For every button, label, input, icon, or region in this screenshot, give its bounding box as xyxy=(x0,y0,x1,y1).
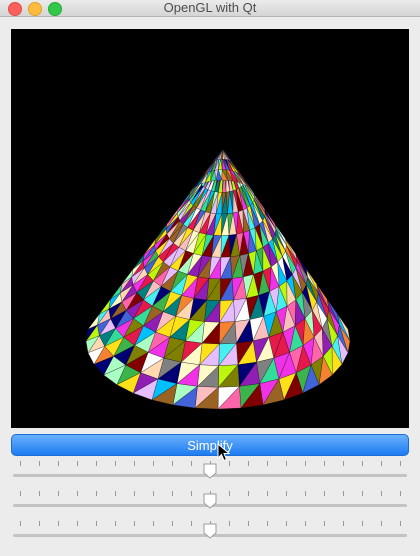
mouse-cursor-icon xyxy=(217,443,231,462)
slider-tick xyxy=(58,521,59,526)
slider-tick xyxy=(343,461,344,466)
slider-tick xyxy=(153,461,154,466)
slider-tick xyxy=(267,461,268,466)
slider-tick xyxy=(286,521,287,526)
simplify-button[interactable]: Simplify xyxy=(11,434,409,456)
slider-tick xyxy=(400,461,401,466)
slider-tick xyxy=(115,521,116,526)
slider-tick xyxy=(229,521,230,526)
slider-tick xyxy=(39,491,40,496)
slider-tick xyxy=(267,491,268,496)
slider-tick xyxy=(381,521,382,526)
slider-tick xyxy=(400,521,401,526)
slider-tick xyxy=(286,461,287,466)
slider-tick xyxy=(191,491,192,496)
slider-tick xyxy=(172,521,173,526)
slider-tick xyxy=(96,461,97,466)
slider-tick xyxy=(115,461,116,466)
slider-tick xyxy=(134,461,135,466)
slider-tick xyxy=(381,491,382,496)
slider-tick xyxy=(381,461,382,466)
slider-handle[interactable] xyxy=(203,493,217,509)
slider-tick xyxy=(324,491,325,496)
slider-handle[interactable] xyxy=(203,523,217,539)
slider-tick xyxy=(267,521,268,526)
slider-tick xyxy=(362,461,363,466)
slider-tick xyxy=(20,461,21,466)
slider-tick xyxy=(343,491,344,496)
slider-tick xyxy=(400,491,401,496)
slider-tick xyxy=(286,491,287,496)
slider-tick xyxy=(305,521,306,526)
slider-tick xyxy=(134,521,135,526)
slider-tick xyxy=(58,461,59,466)
slider-tick xyxy=(305,461,306,466)
slider-handle[interactable] xyxy=(203,463,217,479)
slider-tick xyxy=(362,491,363,496)
slider-tick xyxy=(153,491,154,496)
slider-tick xyxy=(324,521,325,526)
slider-tick xyxy=(362,521,363,526)
slider-tick xyxy=(172,491,173,496)
slider-tick xyxy=(191,461,192,466)
slider-tick xyxy=(77,521,78,526)
slider-2[interactable] xyxy=(11,488,409,514)
slider-tick xyxy=(248,491,249,496)
slider-tick xyxy=(324,461,325,466)
title-bar: OpenGL with Qt xyxy=(0,0,420,17)
slider-tick xyxy=(191,521,192,526)
slider-tick xyxy=(153,521,154,526)
slider-tick xyxy=(343,521,344,526)
slider-1[interactable] xyxy=(11,458,409,484)
slider-tick xyxy=(229,491,230,496)
slider-tick xyxy=(96,521,97,526)
slider-tick xyxy=(134,491,135,496)
slider-tick xyxy=(172,461,173,466)
cone-mesh xyxy=(85,148,351,410)
slider-tick xyxy=(77,491,78,496)
window-title: OpenGL with Qt xyxy=(163,0,257,15)
slider-tick xyxy=(77,461,78,466)
slider-tick xyxy=(115,491,116,496)
slider-tick xyxy=(39,521,40,526)
slider-tick xyxy=(20,521,21,526)
opengl-viewport[interactable] xyxy=(11,29,409,428)
slider-3[interactable] xyxy=(11,518,409,544)
slider-tick xyxy=(20,491,21,496)
slider-tick xyxy=(248,461,249,466)
slider-tick xyxy=(96,491,97,496)
slider-tick xyxy=(248,521,249,526)
slider-tick xyxy=(305,491,306,496)
slider-tick xyxy=(58,491,59,496)
slider-tick xyxy=(39,461,40,466)
